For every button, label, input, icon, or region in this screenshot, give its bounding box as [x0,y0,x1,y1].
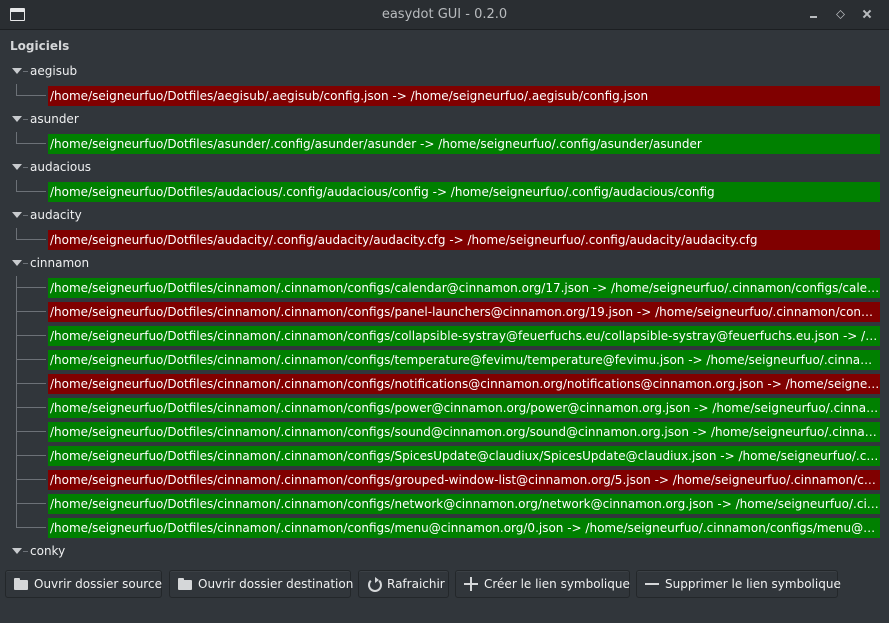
tree-group-header[interactable]: asunder [4,108,885,132]
link-ok-item[interactable]: /home/seigneurfuo/Dotfiles/cinnamon/.cin… [48,326,880,346]
link-ok-item[interactable]: /home/seigneurfuo/Dotfiles/cinnamon/.cin… [48,518,880,538]
delete-symlink-label: Supprimer le lien symbolique [665,577,841,591]
tree-group-5: conky [4,540,885,563]
tree-group-header[interactable]: conky [4,540,885,563]
link-ok-item[interactable]: /home/seigneurfuo/Dotfiles/cinnamon/.cin… [48,278,880,298]
link-row[interactable]: /home/seigneurfuo/Dotfiles/aegisub/.aegi… [4,84,885,108]
tree-connector [16,359,46,360]
software-tree[interactable]: Logiciels aegisub/home/seigneurfuo/Dotfi… [4,34,885,563]
link-error-item[interactable]: /home/seigneurfuo/Dotfiles/cinnamon/.cin… [48,374,880,394]
tree-group-2: audacious/home/seigneurfuo/Dotfiles/auda… [4,156,885,204]
tree-connector [16,335,46,336]
tree-group-header[interactable]: aegisub [4,60,885,84]
tree-group-1: asunder/home/seigneurfuo/Dotfiles/asunde… [4,108,885,156]
tree-connector [16,95,46,96]
open-source-folder-button[interactable]: Ouvrir dossier source [5,570,162,598]
tree-connector [23,551,28,552]
link-row[interactable]: /home/seigneurfuo/Dotfiles/cinnamon/.cin… [4,324,885,348]
tree-connector [16,503,46,504]
link-row[interactable]: /home/seigneurfuo/Dotfiles/cinnamon/.cin… [4,396,885,420]
expand-arrow-icon[interactable] [12,116,22,122]
link-row[interactable]: /home/seigneurfuo/Dotfiles/cinnamon/.cin… [4,300,885,324]
plus-icon [464,577,478,591]
open-destination-folder-label: Ouvrir dossier destination [198,577,354,591]
refresh-icon [367,577,382,592]
tree-group-header[interactable]: audacity [4,204,885,228]
tree-connector [23,263,28,264]
tree-group-header[interactable]: audacious [4,156,885,180]
tree-group-name: audacity [30,208,82,222]
window-title: easydot GUI - 0.2.0 [381,7,508,22]
link-ok-item[interactable]: /home/seigneurfuo/Dotfiles/cinnamon/.cin… [48,446,880,466]
create-symlink-button[interactable]: Créer le lien symbolique [455,570,630,598]
tree-group-3: audacity/home/seigneurfuo/Dotfiles/audac… [4,204,885,252]
open-source-folder-label: Ouvrir dossier source [34,577,162,591]
open-destination-folder-button[interactable]: Ouvrir dossier destination [169,570,354,598]
link-ok-item[interactable]: /home/seigneurfuo/Dotfiles/cinnamon/.cin… [48,422,880,442]
expand-arrow-icon[interactable] [12,164,22,170]
tree-group-4: cinnamon/home/seigneurfuo/Dotfiles/cinna… [4,252,885,540]
link-row[interactable]: /home/seigneurfuo/Dotfiles/cinnamon/.cin… [4,372,885,396]
link-error-item[interactable]: /home/seigneurfuo/Dotfiles/cinnamon/.cin… [48,470,880,490]
action-toolbar: Ouvrir dossier source Ouvrir dossier des… [0,563,889,623]
link-row[interactable]: /home/seigneurfuo/Dotfiles/cinnamon/.cin… [4,420,885,444]
tree-connector [23,71,28,72]
tree-connector [16,455,46,456]
tree-header[interactable]: Logiciels [10,39,69,53]
link-row[interactable]: /home/seigneurfuo/Dotfiles/audacious/.co… [4,180,885,204]
link-error-item[interactable]: /home/seigneurfuo/Dotfiles/cinnamon/.cin… [48,302,880,322]
tree-connector [16,383,46,384]
folder-icon [14,578,28,590]
link-row[interactable]: /home/seigneurfuo/Dotfiles/cinnamon/.cin… [4,348,885,372]
tree-connector [16,479,46,480]
tree-connector [23,215,28,216]
link-ok-item[interactable]: /home/seigneurfuo/Dotfiles/cinnamon/.cin… [48,398,880,418]
tree-group-name: cinnamon [30,256,90,270]
tree-connector [16,191,46,192]
create-symlink-label: Créer le lien symbolique [484,577,630,591]
link-row[interactable]: /home/seigneurfuo/Dotfiles/cinnamon/.cin… [4,516,885,540]
folder-icon [178,578,192,590]
link-ok-item[interactable]: /home/seigneurfuo/Dotfiles/cinnamon/.cin… [48,350,880,370]
minus-icon [645,578,659,590]
link-error-item[interactable]: /home/seigneurfuo/Dotfiles/audacity/.con… [48,230,880,250]
minimize-icon[interactable] [806,6,822,22]
link-error-item[interactable]: /home/seigneurfuo/Dotfiles/aegisub/.aegi… [48,86,880,106]
expand-arrow-icon[interactable] [12,212,22,218]
link-row[interactable]: /home/seigneurfuo/Dotfiles/cinnamon/.cin… [4,444,885,468]
link-row[interactable]: /home/seigneurfuo/Dotfiles/cinnamon/.cin… [4,468,885,492]
tree-connector [16,143,46,144]
tree-group-name: asunder [30,112,79,126]
tree-connector [16,311,46,312]
tree-group-name: aegisub [30,64,78,78]
link-row[interactable]: /home/seigneurfuo/Dotfiles/audacity/.con… [4,228,885,252]
tree-group-header[interactable]: cinnamon [4,252,885,276]
tree-group-0: aegisub/home/seigneurfuo/Dotfiles/aegisu… [4,60,885,108]
refresh-label: Rafraichir [387,577,445,591]
refresh-button[interactable]: Rafraichir [358,570,449,598]
tree-connector [16,287,46,288]
link-ok-item[interactable]: /home/seigneurfuo/Dotfiles/audacious/.co… [48,182,880,202]
tree-connector [16,527,46,528]
tree-group-name: audacious [30,160,92,174]
tree-group-name: conky [30,544,66,558]
tree-connector [23,167,28,168]
expand-arrow-icon[interactable] [12,68,22,74]
link-row[interactable]: /home/seigneurfuo/Dotfiles/cinnamon/.cin… [4,276,885,300]
link-row[interactable]: /home/seigneurfuo/Dotfiles/asunder/.conf… [4,132,885,156]
link-row[interactable]: /home/seigneurfuo/Dotfiles/cinnamon/.cin… [4,492,885,516]
maximize-icon[interactable] [832,6,848,22]
delete-symlink-button[interactable]: Supprimer le lien symbolique [636,570,841,598]
link-ok-item[interactable]: /home/seigneurfuo/Dotfiles/cinnamon/.cin… [48,494,880,514]
tree-connector [16,407,46,408]
link-ok-item[interactable]: /home/seigneurfuo/Dotfiles/asunder/.conf… [48,134,880,154]
tree-connector [16,239,46,240]
tree-connector [16,431,46,432]
expand-arrow-icon[interactable] [12,548,22,554]
close-icon[interactable] [859,6,875,22]
expand-arrow-icon[interactable] [12,260,22,266]
tree-connector [23,119,28,120]
title-bar: easydot GUI - 0.2.0 [0,0,889,30]
